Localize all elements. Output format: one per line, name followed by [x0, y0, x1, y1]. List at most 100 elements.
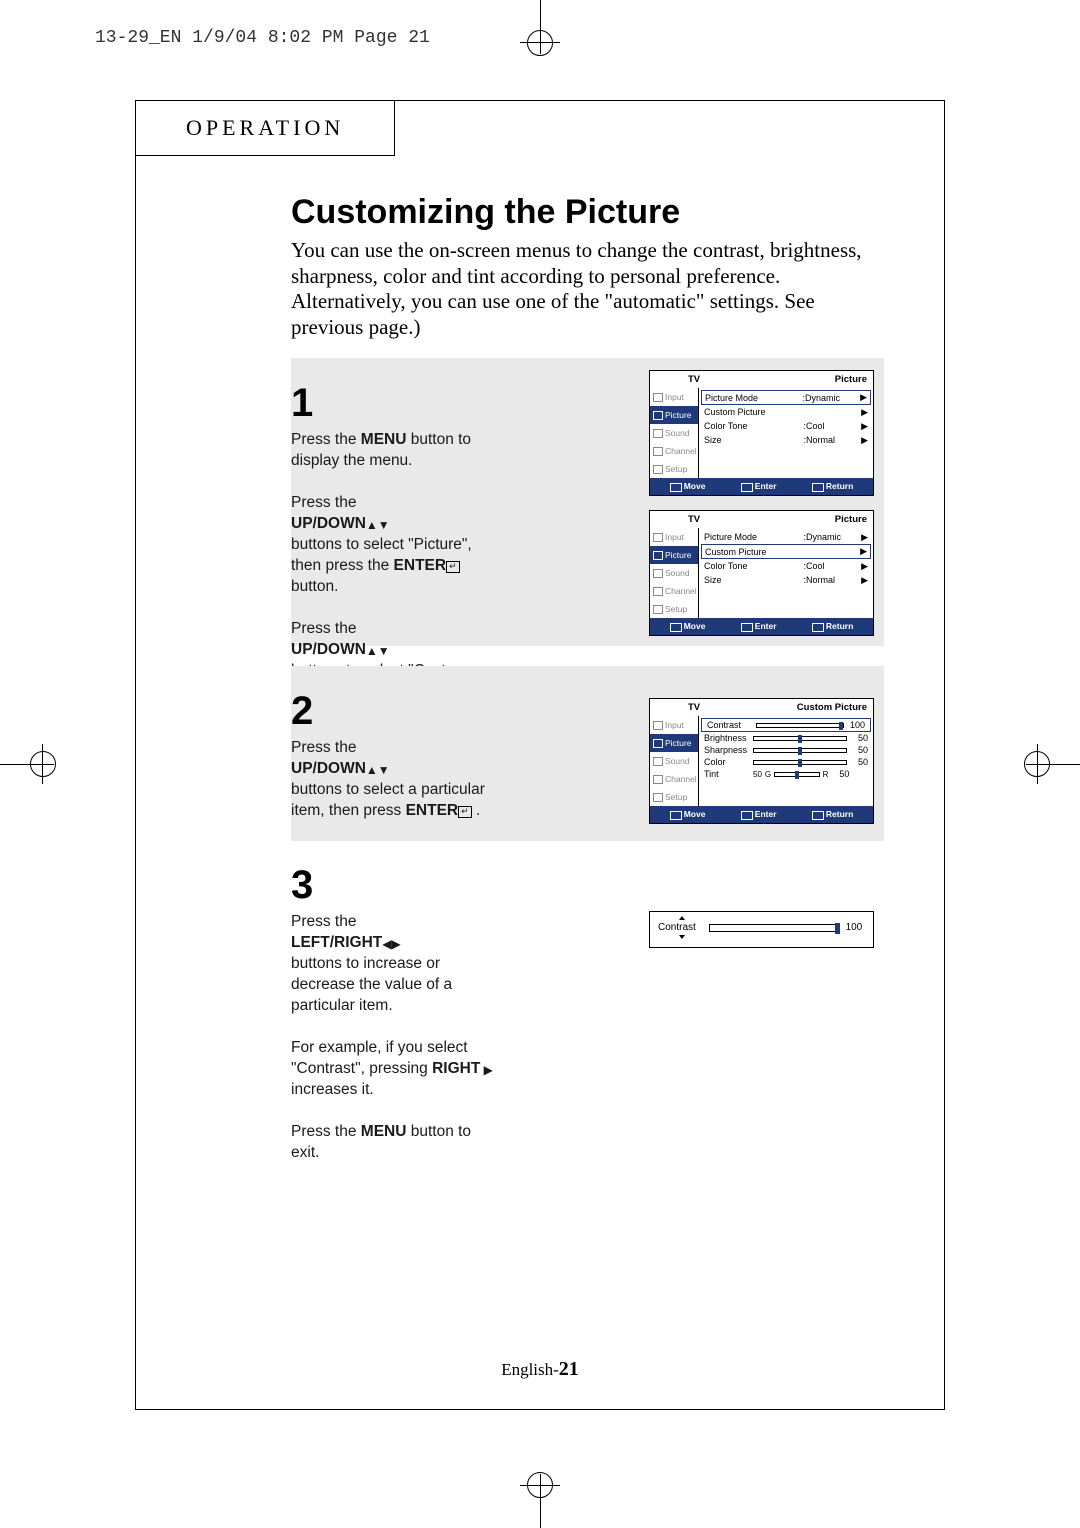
step-3-text: Press the LEFT/RIGHT◀▶ buttons to increa… [291, 912, 496, 1163]
t: Sound [665, 756, 690, 766]
tv-header: TV Custom Picture [650, 699, 873, 716]
updown-label: UP/DOWN [291, 760, 366, 777]
t: Color [704, 757, 750, 767]
tv-footer: Move Enter Return [650, 618, 873, 634]
tv-header: TV Picture [650, 511, 873, 528]
slider-track [753, 760, 847, 765]
sidebar-item-picture: Picture [650, 734, 698, 752]
foot-move: Move [670, 809, 706, 819]
slider-thumb [839, 722, 843, 730]
chevron-right-icon: ▶ [858, 532, 868, 543]
print-header: 13-29_EN 1/9/04 8:02 PM Page 21 [95, 28, 430, 48]
slider-sharpness: Sharpness 50 [699, 744, 873, 756]
enter-icon: ↵ [458, 806, 472, 818]
chevron-right-icon: ▶ [858, 407, 868, 418]
footer-lang: English- [501, 1360, 559, 1379]
slider-contrast: Contrast 100 [701, 718, 871, 732]
t: Press the [291, 620, 356, 637]
t: Picture [665, 738, 691, 748]
tv-main: Contrast 100 Brightness 50 Sharpness [698, 716, 873, 806]
tint-r-value: 50 [831, 769, 849, 779]
section-title-box: OPERATION [135, 100, 395, 156]
t: 50 [850, 745, 868, 755]
input-icon [653, 533, 663, 542]
contrast-adjust-box: Contrast 100 [649, 911, 874, 948]
t: Brightness [704, 733, 750, 743]
menu-label: MENU [361, 431, 407, 448]
t: Custom Picture [704, 407, 806, 417]
step-3-number: 3 [291, 863, 884, 908]
sidebar-item-setup: Setup [650, 600, 698, 618]
step-1-block: 1 Press the MENU button to display the m… [291, 358, 884, 646]
t: Sound [665, 568, 690, 578]
foot-return: Return [812, 809, 853, 819]
t: Press the [291, 913, 356, 930]
t: Sound [665, 428, 690, 438]
t: button. [291, 578, 338, 595]
t: Normal [806, 575, 858, 585]
setup-icon [653, 793, 663, 802]
slider-color: Color 50 [699, 756, 873, 768]
tv-header: TV Picture [650, 371, 873, 388]
slider-thumb [798, 747, 802, 755]
step-2-text: Press the UP/DOWN▲▼ buttons to select a … [291, 738, 491, 822]
t: Sharpness [704, 745, 750, 755]
row-size: Size: Normal▶ [699, 573, 873, 587]
sound-icon [653, 429, 663, 438]
row-custom-picture: Custom Picture ▶ [699, 405, 873, 419]
leftright-label: LEFT/RIGHT [291, 934, 382, 951]
custom-picture-label: Custom Picture [797, 702, 867, 713]
updown-arrows-icon: ▲▼ [366, 763, 390, 777]
t: Size [704, 575, 803, 585]
intro-text: You can use the on-screen menus to chang… [291, 238, 884, 340]
tv-label: TV [688, 374, 700, 385]
t: Setup [665, 792, 687, 802]
content: Customizing the Picture You can use the … [291, 193, 884, 1164]
t: Custom Picture [705, 547, 805, 557]
leftright-arrows-icon: ◀▶ [382, 937, 400, 951]
t: Press the [291, 431, 361, 448]
t: Size [704, 435, 803, 445]
t: increases it. [291, 1081, 374, 1098]
tv-main: Picture Mode: Dynamic▶ Custom Picture ▶ C… [698, 388, 873, 478]
sidebar-item-input: Input [650, 388, 698, 406]
foot-return: Return [812, 621, 853, 631]
sidebar-item-channel: Channel [650, 582, 698, 600]
sidebar-item-setup: Setup [650, 460, 698, 478]
t: Picture [665, 550, 691, 560]
sidebar-item-picture: Picture [650, 406, 698, 424]
t: Normal [806, 435, 858, 445]
step-3-block: 3 Press the LEFT/RIGHT◀▶ buttons to incr… [291, 863, 884, 1163]
chevron-right-icon: ▶ [858, 575, 868, 586]
tv-label: TV [688, 514, 700, 525]
page-footer: English-21 [136, 1358, 944, 1381]
tv-footer: Move Enter Return [650, 806, 873, 822]
t: Channel [665, 446, 697, 456]
foot-enter: Enter [741, 621, 777, 631]
t: Picture [665, 410, 691, 420]
contrast-bar [709, 924, 839, 932]
t: Input [665, 720, 684, 730]
tv-menu-sliders: TV Custom Picture Input Picture Sound Ch… [649, 698, 874, 823]
tv-main: Picture Mode: Dynamic▶ Custom Picture▶ C… [698, 528, 873, 618]
row-picture-mode: Picture Mode: Dynamic▶ [701, 390, 871, 405]
t: Cool [806, 561, 858, 571]
chevron-right-icon: ▶ [857, 546, 867, 557]
t: Setup [665, 464, 687, 474]
setup-icon [653, 465, 663, 474]
t: 50 [850, 733, 868, 743]
chevron-right-icon: ▶ [858, 421, 868, 432]
sidebar-item-sound: Sound [650, 752, 698, 770]
slider-track [774, 772, 819, 777]
tv-sidebar: Input Picture Sound Channel Setup [650, 528, 698, 618]
channel-icon [653, 587, 663, 596]
row-custom-picture: Custom Picture ▶ [701, 544, 871, 559]
updown-label: UP/DOWN [291, 515, 366, 532]
footer-page: 21 [559, 1358, 579, 1380]
chevron-right-icon: ▶ [857, 392, 867, 403]
contrast-label: Contrast [658, 922, 696, 933]
contrast-label-wrap: Contrast [658, 922, 706, 933]
tv-sidebar: Input Picture Sound Channel Setup [650, 716, 698, 806]
intro-line1: You can use the on-screen menus to chang… [291, 238, 862, 288]
t: . [472, 802, 481, 819]
